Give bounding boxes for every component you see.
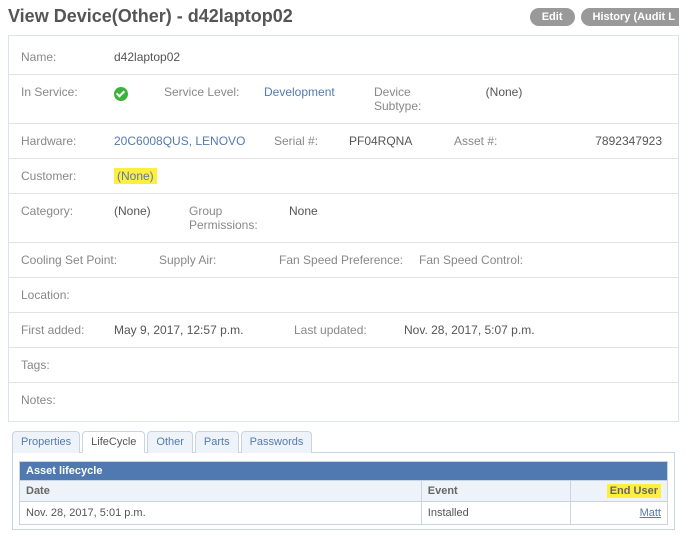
history-button[interactable]: History (Audit L bbox=[581, 8, 680, 26]
device-subtype-value: (None) bbox=[454, 85, 554, 113]
col-end-user[interactable]: End User bbox=[570, 481, 667, 502]
col-event[interactable]: Event bbox=[421, 481, 570, 502]
last-updated-value: Nov. 28, 2017, 5:07 p.m. bbox=[404, 323, 535, 337]
customer-highlight: (None) bbox=[114, 168, 157, 184]
fan-speed-pref-label: Fan Speed Preference: bbox=[279, 253, 419, 267]
tab-lifecycle[interactable]: LifeCycle bbox=[82, 431, 145, 453]
group-perms-label: Group Permissions: bbox=[189, 204, 289, 232]
tags-label: Tags: bbox=[9, 358, 114, 372]
last-updated-label: Last updated: bbox=[294, 323, 404, 337]
category-label: Category: bbox=[9, 204, 114, 232]
service-level-value: Development bbox=[264, 85, 374, 113]
customer-value: (None) bbox=[114, 169, 157, 183]
asset-lifecycle-header: Asset lifecycle bbox=[19, 461, 668, 480]
group-perms-value: None bbox=[289, 204, 318, 232]
edit-button[interactable]: Edit bbox=[530, 8, 575, 26]
notes-label: Notes: bbox=[9, 393, 114, 407]
tab-other[interactable]: Other bbox=[147, 431, 193, 453]
fan-speed-ctrl-label: Fan Speed Control: bbox=[419, 253, 559, 267]
first-added-label: First added: bbox=[9, 323, 114, 337]
name-label: Name: bbox=[9, 50, 114, 64]
supply-air-label: Supply Air: bbox=[139, 253, 279, 267]
asset-num-label: Asset #: bbox=[454, 134, 529, 148]
col-date[interactable]: Date bbox=[20, 481, 422, 502]
tab-parts[interactable]: Parts bbox=[195, 431, 239, 453]
end-user-highlight: End User bbox=[607, 484, 661, 498]
check-icon bbox=[114, 87, 128, 101]
page-title: View Device(Other) - d42laptop02 bbox=[8, 6, 524, 27]
location-label: Location: bbox=[9, 288, 114, 302]
cell-event: Installed bbox=[421, 502, 570, 525]
serial-label: Serial #: bbox=[274, 134, 349, 148]
asset-lifecycle-table: Date Event End User Nov. 28, 2017, 5:01 … bbox=[19, 480, 668, 525]
tab-passwords[interactable]: Passwords bbox=[241, 431, 313, 453]
customer-label: Customer: bbox=[9, 169, 114, 183]
category-value: (None) bbox=[114, 204, 189, 232]
hardware-link[interactable]: 20C6008QUS, LENOVO bbox=[114, 134, 274, 148]
hardware-label: Hardware: bbox=[9, 134, 114, 148]
end-user-link[interactable]: Matt bbox=[640, 507, 661, 519]
in-service-label: In Service: bbox=[9, 85, 114, 113]
table-row: Nov. 28, 2017, 5:01 p.m. Installed Matt bbox=[20, 502, 668, 525]
name-value: d42laptop02 bbox=[114, 50, 180, 64]
service-level-label: Service Level: bbox=[164, 85, 264, 113]
cooling-set-point-label: Cooling Set Point: bbox=[9, 253, 139, 267]
first-added-value: May 9, 2017, 12:57 p.m. bbox=[114, 323, 294, 337]
tab-panel-lifecycle: Asset lifecycle Date Event End User Nov.… bbox=[12, 453, 675, 530]
device-details-panel: Name: d42laptop02 In Service: Service Le… bbox=[8, 35, 679, 422]
device-subtype-label: Device Subtype: bbox=[374, 85, 454, 113]
serial-value: PF04RQNA bbox=[349, 134, 454, 148]
cell-date: Nov. 28, 2017, 5:01 p.m. bbox=[20, 502, 422, 525]
asset-num-value: 7892347923 bbox=[529, 134, 678, 148]
tab-bar: Properties LifeCycle Other Parts Passwor… bbox=[12, 430, 675, 453]
tab-properties[interactable]: Properties bbox=[12, 431, 80, 453]
